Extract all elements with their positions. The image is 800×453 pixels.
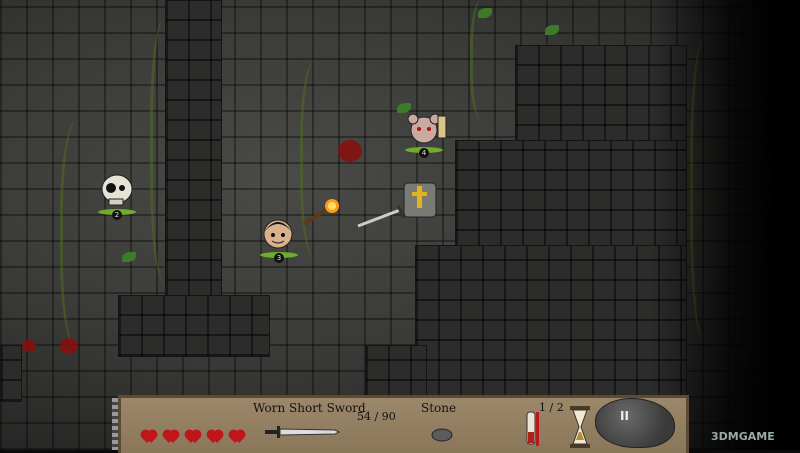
vine bbox=[470, 0, 498, 120]
blood-splat bbox=[22, 340, 36, 352]
dungeon-scene: 2 3 4 bbox=[0, 0, 800, 450]
sword-icon[interactable] bbox=[263, 425, 341, 439]
stone-icon[interactable] bbox=[431, 428, 453, 442]
stone-floor-left bbox=[0, 345, 22, 402]
stone-floor-mid bbox=[365, 345, 427, 402]
hourglass-icon[interactable] bbox=[569, 406, 591, 448]
player-character[interactable]: 3 bbox=[258, 212, 303, 267]
leaf bbox=[122, 252, 136, 262]
blood-splat bbox=[60, 338, 78, 354]
heart-icon bbox=[207, 431, 223, 443]
heart-icon bbox=[141, 431, 157, 443]
cross-icon[interactable] bbox=[403, 180, 437, 220]
potion-slot-indicator bbox=[536, 412, 539, 446]
weapon-durability: 54 / 90 bbox=[357, 410, 396, 423]
skull-icon bbox=[101, 174, 133, 206]
vine bbox=[60, 120, 103, 350]
player-face-icon bbox=[263, 219, 293, 249]
blood-splat bbox=[338, 140, 362, 162]
leaf bbox=[545, 25, 559, 35]
vine bbox=[150, 20, 183, 280]
throwable-name: Stone bbox=[421, 401, 457, 415]
torch-icon bbox=[302, 199, 339, 226]
heart-icon bbox=[229, 431, 245, 443]
rat-icon bbox=[407, 113, 447, 144]
item-count: 1 / 2 bbox=[539, 401, 564, 414]
darkness-overlay bbox=[650, 0, 800, 450]
enemy-level-badge: 4 bbox=[419, 148, 429, 158]
vine bbox=[300, 60, 338, 260]
weapon-name: Worn Short Sword bbox=[253, 401, 366, 415]
pause-icon: II bbox=[620, 409, 629, 423]
stone-ledge-left bbox=[118, 295, 270, 357]
skeleton-enemy[interactable]: 2 bbox=[95, 173, 140, 223]
watermark: 3DMGAME bbox=[711, 430, 775, 443]
stone-block-lower-right bbox=[415, 245, 687, 402]
heart-icon bbox=[185, 431, 201, 443]
heart-icon bbox=[163, 431, 179, 443]
rat-enemy[interactable]: 4 bbox=[400, 110, 450, 165]
enemy-level-badge: 2 bbox=[112, 210, 122, 220]
player-level-badge: 3 bbox=[274, 253, 284, 263]
